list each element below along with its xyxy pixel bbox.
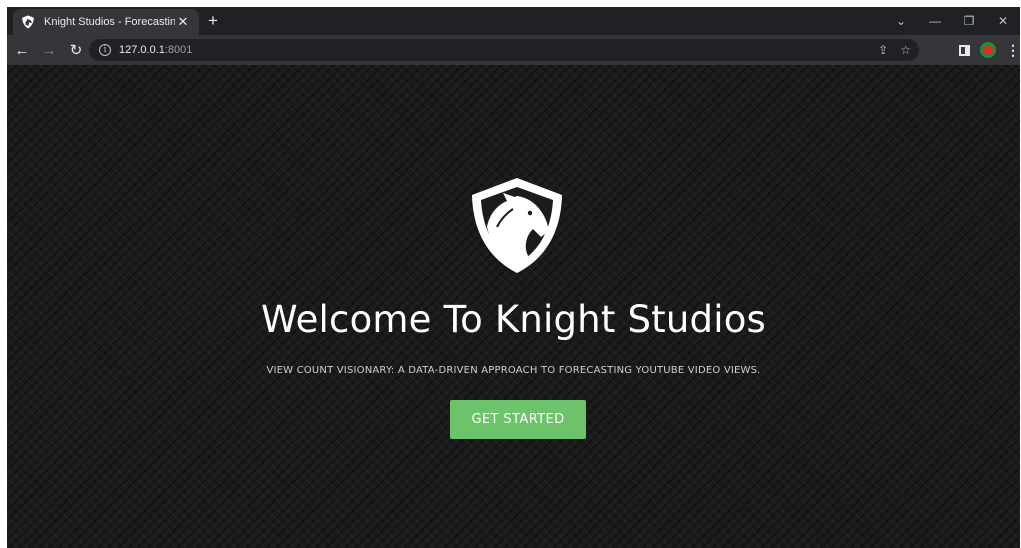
new-tab-button[interactable]: + [203,11,223,31]
tab-search-chevron-icon[interactable]: ⌄ [884,7,918,35]
profile-icon[interactable] [980,42,996,58]
menu-icon[interactable]: ⋮ [1006,42,1020,59]
forward-icon[interactable]: → [37,38,61,62]
browser-toolbar: ← → ↻ i 127.0.0.1:8001 ⇪ ☆ ⋮ [7,35,1020,65]
close-window-button[interactable]: ✕ [986,7,1020,35]
info-icon[interactable]: i [99,44,111,56]
omnibox-actions: ⇪ ☆ [878,39,911,61]
knight-shield-icon [472,178,562,273]
toolbar-right: ⋮ [959,35,1020,65]
tab-strip: Knight Studios - Forecasting ✕ + ⌄ — ❐ ✕ [7,7,1020,35]
page-tagline: VIEW COUNT VISIONARY: A DATA-DRIVEN APPR… [266,365,761,376]
browser-window: Knight Studios - Forecasting ✕ + ⌄ — ❐ ✕… [7,7,1020,548]
bookmark-icon[interactable]: ☆ [900,43,911,57]
tab-knight-studios[interactable]: Knight Studios - Forecasting ✕ [13,9,199,35]
tab-title: Knight Studios - Forecasting [44,16,175,28]
url-port: :8001 [164,44,193,56]
minimize-button[interactable]: — [918,7,952,35]
tab-close-icon[interactable]: ✕ [175,14,191,30]
share-icon[interactable]: ⇪ [878,43,888,57]
restore-button[interactable]: ❐ [952,7,986,35]
landing-page: Welcome To Knight Studios VIEW COUNT VIS… [7,65,1020,548]
reload-icon[interactable]: ↻ [64,38,88,62]
address-bar[interactable]: i 127.0.0.1:8001 ⇪ ☆ [89,39,919,61]
url-text[interactable]: 127.0.0.1:8001 [119,44,192,56]
window-controls: ⌄ — ❐ ✕ [884,7,1020,35]
url-host: 127.0.0.1 [119,44,165,56]
knight-shield-favicon-icon [21,15,35,29]
back-icon[interactable]: ← [10,38,34,62]
page-title: Welcome To Knight Studios [260,298,767,341]
side-panel-icon[interactable] [959,44,970,56]
get-started-button[interactable]: GET STARTED [450,400,586,439]
